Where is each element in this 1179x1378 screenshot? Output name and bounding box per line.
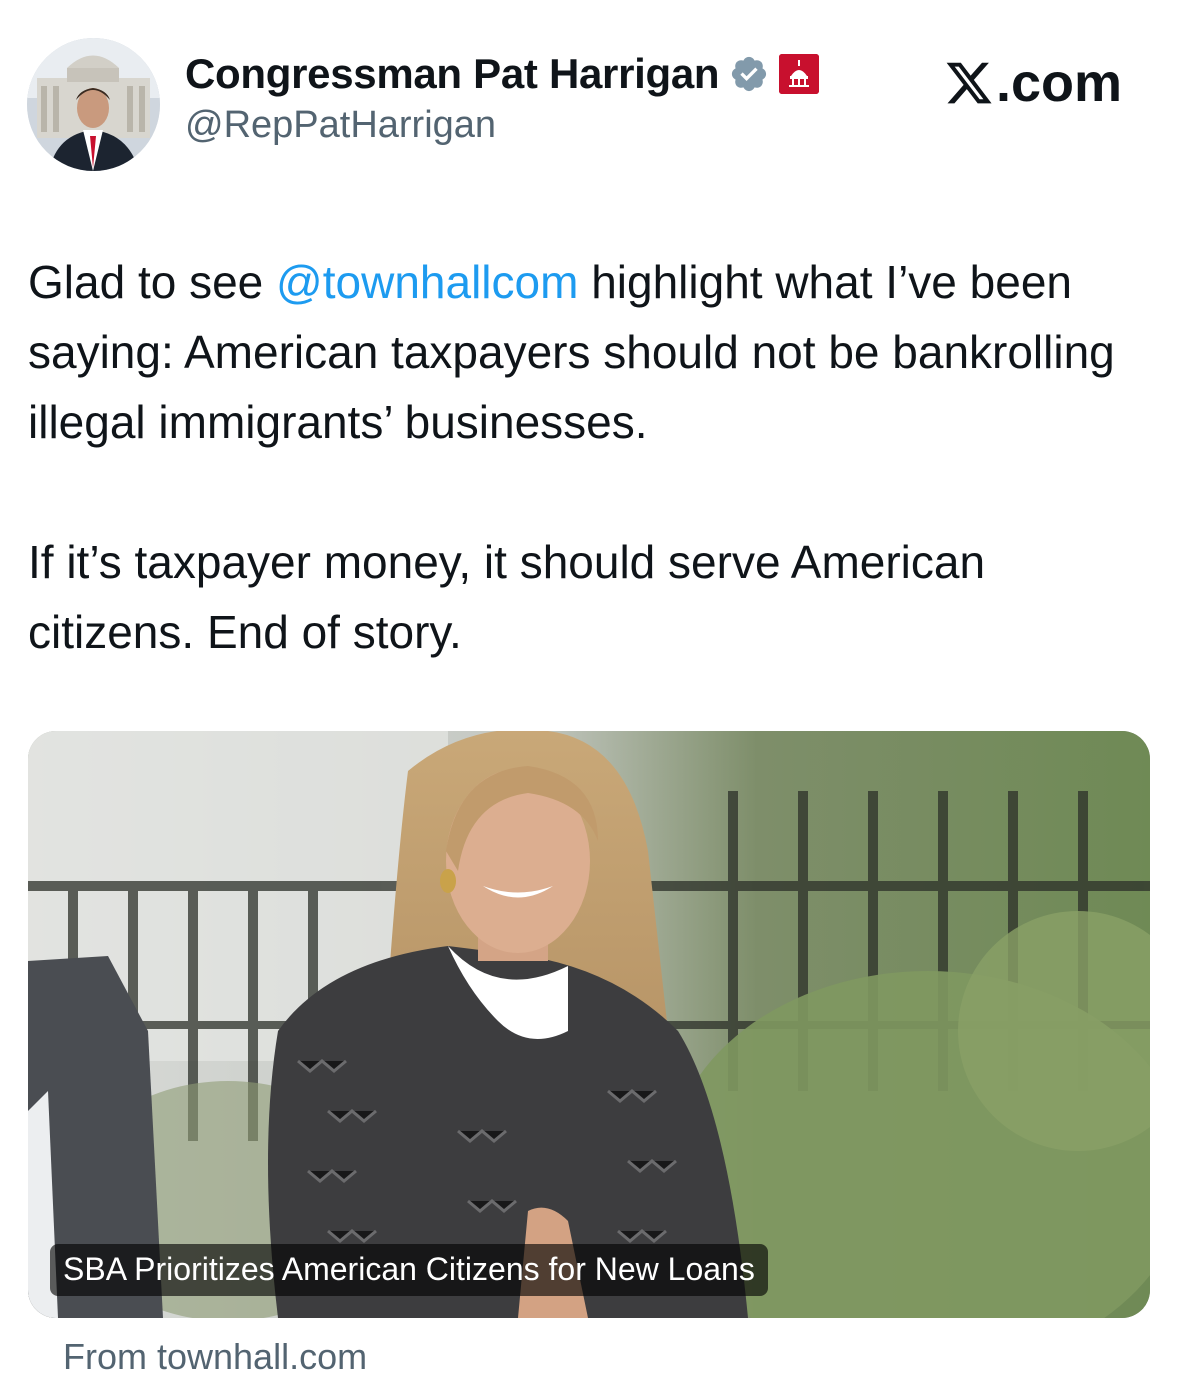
author-name-row: Congressman Pat Harrigan <box>185 50 820 98</box>
tweet-paragraph-1: Glad to see @townhallcom highlight what … <box>28 247 1148 457</box>
author-display-name[interactable]: Congressman Pat Harrigan <box>185 50 720 98</box>
author-name-block: Congressman Pat Harrigan @RepPatHarrigan <box>185 50 820 147</box>
link-card-title: SBA Prioritizes American Citizens for Ne… <box>50 1244 768 1296</box>
tweet-header: Congressman Pat Harrigan @RepPatHarrigan… <box>27 38 1157 173</box>
link-card-source[interactable]: From townhall.com <box>63 1336 367 1378</box>
verified-badge-icon <box>729 54 769 94</box>
government-capitol-badge-icon <box>779 54 820 94</box>
author-handle[interactable]: @RepPatHarrigan <box>185 104 819 147</box>
mention-link[interactable]: @townhallcom <box>276 256 578 308</box>
x-logo-icon <box>944 58 994 108</box>
tweet-paragraph-2: If it’s taxpayer money, it should serve … <box>28 536 986 658</box>
author-avatar[interactable] <box>27 38 160 171</box>
link-preview-card[interactable]: SBA Prioritizes American Citizens for Ne… <box>28 731 1150 1318</box>
x-brand-logo[interactable]: .com <box>944 52 1122 114</box>
card-image <box>28 731 1150 1318</box>
x-site-label: .com <box>995 53 1122 113</box>
tweet-text: Glad to see @townhallcom highlight what … <box>28 247 1148 667</box>
tweet-text-intro: Glad to see <box>28 256 277 308</box>
